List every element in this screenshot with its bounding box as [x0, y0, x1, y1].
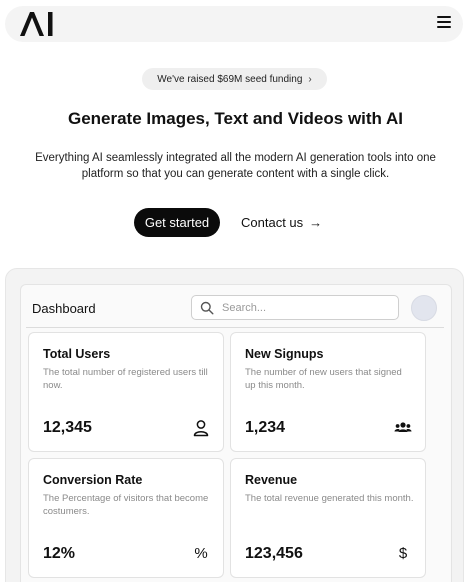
funding-announcement-badge[interactable]: We've raised $69M seed funding ›: [142, 68, 327, 90]
stat-card-new-signups: New Signups The number of new users that…: [230, 332, 426, 452]
hero-title: Generate Images, Text and Videos with AI: [67, 109, 404, 128]
arrow-right-icon: →: [309, 215, 323, 230]
ai-logo[interactable]: [18, 10, 56, 38]
percent-icon: %: [194, 545, 208, 562]
hamburger-menu-icon[interactable]: [437, 16, 451, 30]
stat-card-total-users: Total Users The total number of register…: [28, 332, 224, 452]
user-icon: [193, 420, 209, 437]
search-input[interactable]: [222, 301, 382, 314]
card-title: Total Users: [43, 347, 111, 361]
hero-description: Everything AI seamlessly integrated all …: [35, 152, 436, 180]
card-value: 123,456: [245, 545, 303, 562]
announcement-text: We've raised $69M seed funding: [157, 73, 303, 85]
card-value: 12,345: [43, 419, 92, 436]
get-started-button[interactable]: Get started: [134, 208, 220, 237]
chevron-right-icon: ›: [308, 73, 312, 85]
dollar-icon: $: [398, 545, 408, 562]
card-title: Revenue: [245, 473, 298, 487]
dashboard-header: Dashboard: [26, 290, 444, 328]
card-value: 1,234: [245, 419, 286, 436]
card-value: 12%: [43, 545, 76, 562]
card-description: The total revenue generated this month.: [245, 493, 414, 504]
dashboard-search[interactable]: [191, 295, 399, 320]
dashboard-title: Dashboard: [32, 301, 96, 316]
card-description: The number of new users that signed up t…: [245, 367, 402, 391]
search-icon: [200, 301, 214, 315]
stat-card-conversion-rate: Conversion Rate The Percentage of visito…: [28, 458, 224, 578]
contact-us-link[interactable]: Contact us →: [241, 208, 322, 237]
stat-card-revenue: Revenue The total revenue generated this…: [230, 458, 426, 578]
contact-us-label: Contact us: [241, 215, 304, 230]
card-description: The Percentage of visitors that become c…: [43, 493, 209, 517]
card-description: The total number of registered users til…: [43, 367, 208, 391]
top-navbar: [5, 6, 463, 42]
users-group-icon: [394, 422, 412, 432]
avatar[interactable]: [411, 295, 437, 321]
card-title: New Signups: [245, 347, 324, 361]
card-title: Conversion Rate: [43, 473, 143, 487]
